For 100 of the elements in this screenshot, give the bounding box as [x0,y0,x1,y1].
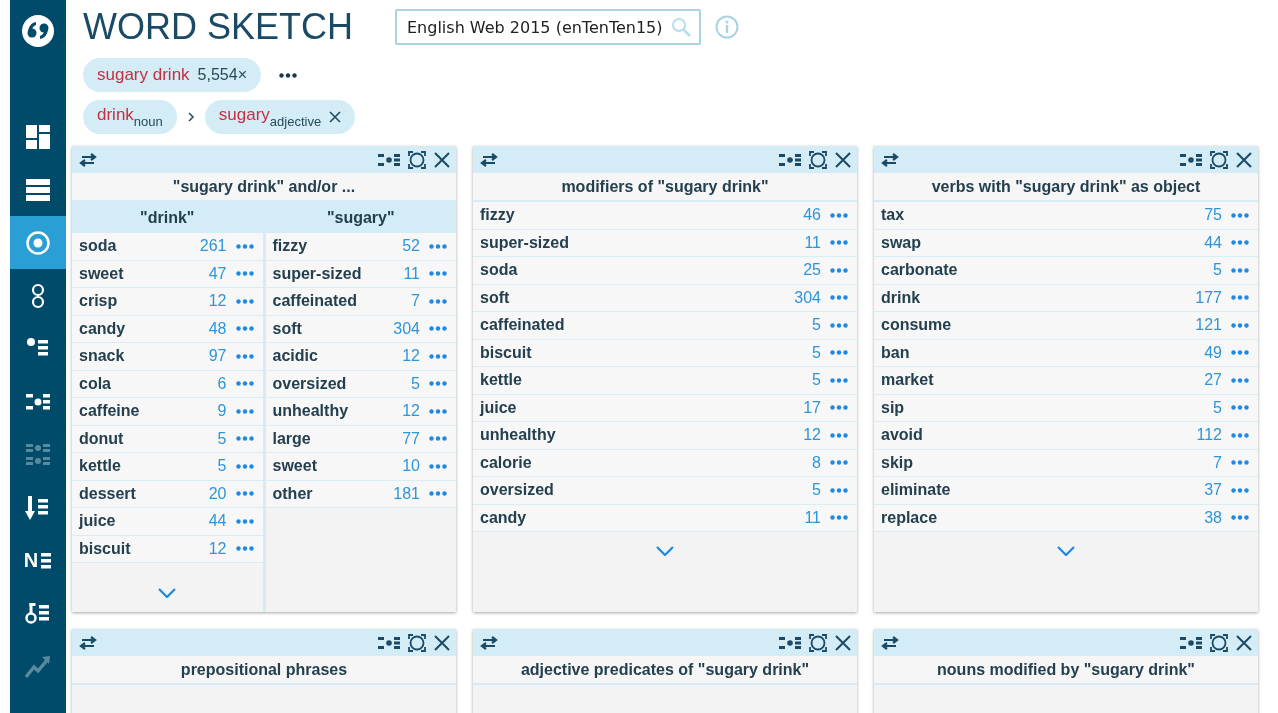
focus-icon[interactable] [809,150,827,169]
collocate-word[interactable]: super-sized [272,264,404,283]
frequency: 75 [1204,206,1222,225]
collocate-word[interactable]: biscuit [480,343,813,362]
chevron-down-icon[interactable] [656,546,674,556]
collocate-word[interactable]: biscuit [79,539,209,558]
swap-icon[interactable] [880,152,900,167]
dot-grid-icon[interactable] [779,151,801,168]
list-icon [25,176,51,203]
dot-grid-icon[interactable] [378,151,400,168]
collocate-word[interactable]: swap [881,233,1205,252]
collocate-word[interactable]: kettle [480,371,813,390]
close-icon[interactable] [1236,151,1252,168]
focus-icon[interactable] [809,633,827,652]
collocate-word[interactable]: soft [272,319,394,338]
close-icon[interactable] [835,634,851,651]
frequency: 37 [1204,481,1222,500]
frequency: 12 [402,402,420,421]
focus-icon[interactable] [408,150,426,169]
swap-icon[interactable] [78,152,98,167]
logo-icon[interactable] [21,14,55,48]
collocate-word[interactable]: crisp [79,292,209,311]
collocate-word[interactable]: fizzy [480,206,804,225]
breadcrumb-chip[interactable]: drink$_{noun}$ [83,100,177,134]
collocate-word[interactable]: fizzy [272,237,403,256]
collocate-word[interactable]: sweet [79,264,209,283]
frequency: 97 [208,347,227,366]
frequency: 8 [812,453,821,472]
frequency: 44 [208,512,227,531]
collocate-word[interactable]: kettle [79,457,218,476]
frequency: 46 [803,206,821,225]
collocate-word[interactable]: tax [881,206,1205,225]
chevron-down-icon[interactable] [158,588,177,598]
collocate-word[interactable]: avoid [881,426,1197,445]
collocate-word[interactable]: oversized [480,481,813,500]
panel-title: "sugary drink" and/or ... [72,173,456,202]
collocate-word[interactable]: soda [79,237,200,256]
close-icon[interactable] [835,151,851,168]
collocate-word[interactable]: juice [480,398,804,417]
collocate-word[interactable]: sweet [272,457,403,476]
frequency: 25 [803,261,821,280]
collocate-word[interactable]: super-sized [480,233,805,252]
frequency: 47 [208,264,227,283]
collocate-word[interactable]: replace [881,508,1205,527]
collocate-word[interactable]: juice [79,512,209,531]
collocate-word[interactable]: other [272,484,394,503]
collocate-word[interactable]: snack [79,347,209,366]
collocate-word[interactable]: caffeinated [480,316,813,335]
swap-icon[interactable] [479,635,499,650]
close-icon[interactable] [329,111,342,123]
close-icon[interactable] [434,151,450,168]
collocate-word[interactable]: carbonate [881,261,1214,280]
dashboard-icon [25,123,51,150]
collocate-word[interactable]: acidic [272,347,403,366]
breadcrumb-chip[interactable]: sugary$_{adjective}$ [204,100,356,134]
collocate-word[interactable]: calorie [480,453,813,472]
frequency: 5 [1213,261,1222,280]
collocate-word[interactable]: candy [480,508,805,527]
collocate-word[interactable]: candy [79,319,209,338]
dot-grid-icon[interactable] [1180,151,1202,168]
collocate-word[interactable]: caffeine [79,402,218,421]
panel-title: nouns modified by "sugary drink" [874,656,1258,685]
sidebar-button[interactable]: N [10,534,66,587]
close-icon[interactable] [1236,634,1252,651]
dot-grid-icon[interactable] [779,634,801,651]
collocate-word[interactable]: large [272,429,403,448]
collocate-word[interactable]: ban [881,343,1205,362]
collocate-word[interactable]: consume [881,316,1196,335]
swap-icon[interactable] [880,635,900,650]
collocate-word[interactable]: market [881,371,1205,390]
collocate-word[interactable]: soda [480,261,804,280]
swap-icon[interactable] [479,152,499,167]
collocate-word[interactable]: soft [480,288,795,307]
collocate-word[interactable]: unhealthy [480,426,804,445]
focus-icon[interactable] [408,633,426,652]
chevron-down-icon[interactable] [1057,546,1075,556]
corpus-field[interactable]: English Web 2015 (enTenTen15) [395,9,701,45]
swap-icon[interactable] [78,635,98,650]
collocate-word[interactable]: drink [881,288,1196,307]
frequency: 44 [1204,233,1222,252]
more-icon[interactable] [279,72,297,78]
focus-icon[interactable] [1210,150,1228,169]
close-icon[interactable] [434,634,450,651]
focus-icon[interactable] [1210,633,1228,652]
collocate-word[interactable]: unhealthy [272,402,403,421]
collocate-word[interactable]: caffeinated [272,292,412,311]
dot-grid-icon[interactable] [1180,634,1202,651]
frequency: 48 [208,319,227,338]
collocate-word[interactable]: dessert [79,484,209,503]
collocate-word[interactable]: eliminate [881,481,1205,500]
frequency: 20 [208,484,227,503]
collocate-word[interactable]: skip [881,453,1214,472]
frequency: 5 [1213,398,1222,417]
dot-grid-icon [25,441,51,468]
query-chip[interactable]: sugary drink 5,554× [83,58,261,92]
dot-grid-icon[interactable] [378,634,400,651]
collocate-word[interactable]: cola [79,374,218,393]
collocate-word[interactable]: donut [79,429,218,448]
collocate-word[interactable]: sip [881,398,1214,417]
collocate-word[interactable]: oversized [272,374,412,393]
